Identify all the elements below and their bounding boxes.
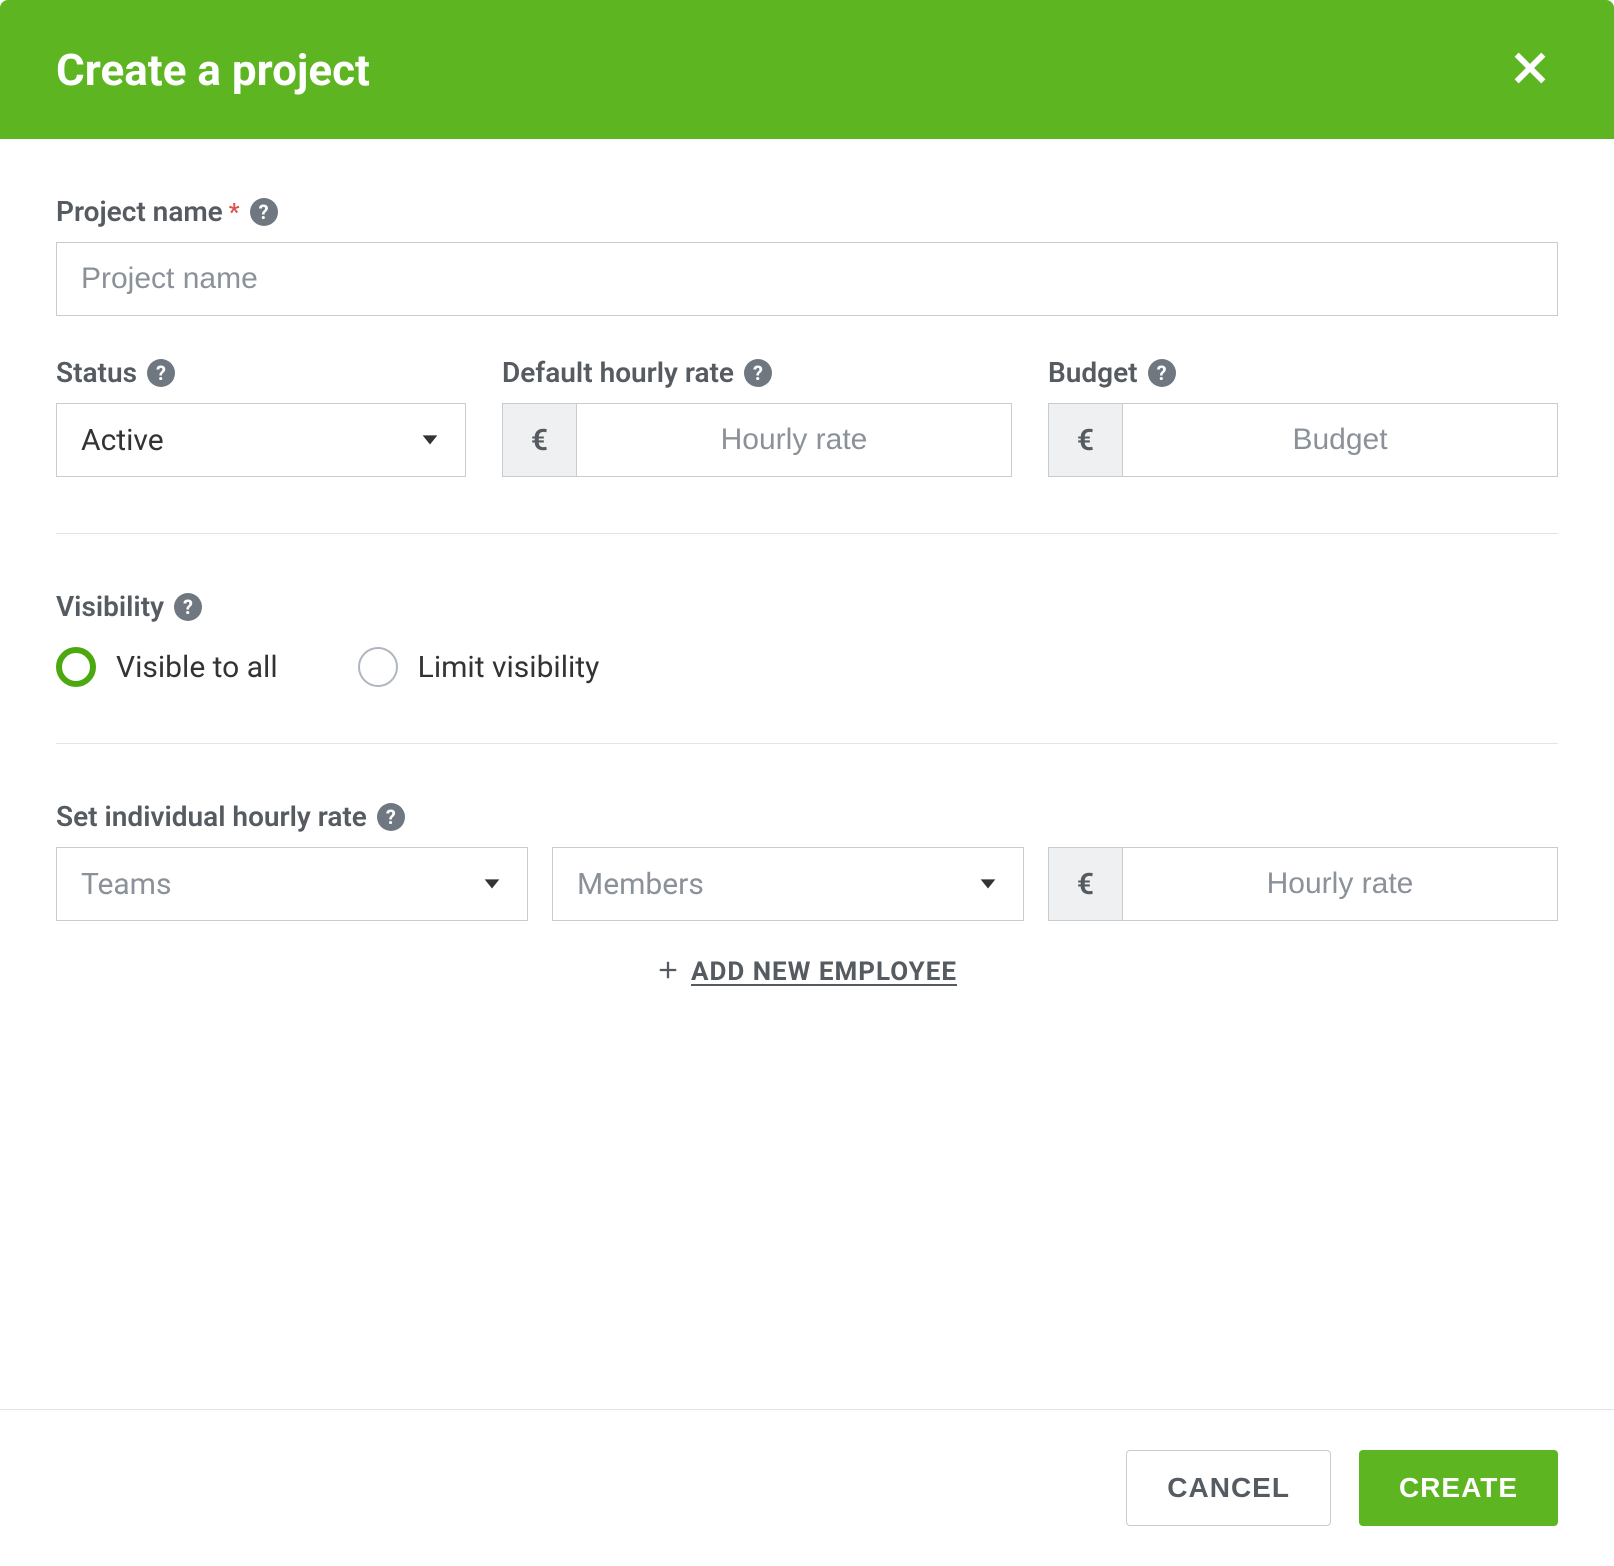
visibility-visible-all-label: Visible to all [116,650,278,685]
status-field-group: Status ? Active [56,356,466,477]
default-hourly-rate-input[interactable] [577,404,1011,476]
project-name-label: Project name * ? [56,195,1558,228]
caret-down-icon [419,423,441,458]
create-project-modal: Create a project Project name * ? Status… [0,0,1614,1566]
default-hourly-rate-input-group: € [502,403,1012,477]
visibility-radio-row: Visible to all Limit visibility [56,647,1558,687]
budget-input[interactable] [1123,404,1557,476]
individual-rate-field-group: Set individual hourly rate ? Teams Membe… [56,800,1558,987]
currency-prefix: € [1049,404,1123,476]
radio-unselected-icon [358,647,398,687]
individual-rate-label: Set individual hourly rate ? [56,800,1558,833]
modal-title: Create a project [56,44,370,96]
divider [56,533,1558,534]
budget-label-text: Budget [1048,356,1138,389]
project-name-input[interactable] [56,242,1558,316]
visibility-radio-visible-all[interactable]: Visible to all [56,647,278,687]
required-star-icon: * [229,198,240,226]
create-button[interactable]: CREATE [1359,1450,1558,1526]
help-icon[interactable]: ? [377,803,405,831]
plus-icon [657,959,679,985]
visibility-limit-label: Limit visibility [418,650,600,685]
budget-input-group: € [1048,403,1558,477]
default-hourly-rate-label-text: Default hourly rate [502,356,734,389]
currency-prefix: € [1049,848,1123,920]
members-dropdown-value: Members [577,867,704,902]
visibility-field-group: Visibility ? Visible to all Limit visibi… [56,590,1558,687]
visibility-radio-limit[interactable]: Limit visibility [358,647,600,687]
currency-prefix: € [503,404,577,476]
status-dropdown-value: Active [81,423,164,458]
individual-rate-row: Teams Members € [56,847,1558,921]
project-name-label-text: Project name [56,195,223,228]
visibility-label: Visibility ? [56,590,1558,623]
default-hourly-rate-label: Default hourly rate ? [502,356,1012,389]
caret-down-icon [481,867,503,902]
status-label: Status ? [56,356,466,389]
close-button[interactable] [1502,40,1558,99]
teams-dropdown[interactable]: Teams [56,847,528,921]
status-label-text: Status [56,356,137,389]
help-icon[interactable]: ? [250,198,278,226]
help-icon[interactable]: ? [174,593,202,621]
help-icon[interactable]: ? [744,359,772,387]
caret-down-icon [977,867,999,902]
individual-rate-input[interactable] [1123,848,1557,920]
default-hourly-rate-field-group: Default hourly rate ? € [502,356,1012,477]
individual-rate-label-text: Set individual hourly rate [56,800,367,833]
close-icon [1510,48,1550,91]
status-dropdown[interactable]: Active [56,403,466,477]
visibility-label-text: Visibility [56,590,164,623]
cancel-button[interactable]: CANCEL [1126,1450,1331,1526]
modal-body: Project name * ? Status ? Active [0,139,1614,1409]
individual-rate-input-group: € [1048,847,1558,921]
divider [56,743,1558,744]
modal-footer: CANCEL CREATE [0,1409,1614,1566]
help-icon[interactable]: ? [147,359,175,387]
teams-dropdown-value: Teams [81,867,171,902]
help-icon[interactable]: ? [1148,359,1176,387]
status-rate-budget-row: Status ? Active Default hourly rate ? € [56,356,1558,477]
modal-header: Create a project [0,0,1614,139]
members-dropdown[interactable]: Members [552,847,1024,921]
radio-selected-icon [56,647,96,687]
budget-label: Budget ? [1048,356,1558,389]
project-name-field-group: Project name * ? [56,195,1558,316]
add-new-employee-label: ADD NEW EMPLOYEE [691,957,957,987]
add-new-employee-button[interactable]: ADD NEW EMPLOYEE [657,957,957,987]
budget-field-group: Budget ? € [1048,356,1558,477]
